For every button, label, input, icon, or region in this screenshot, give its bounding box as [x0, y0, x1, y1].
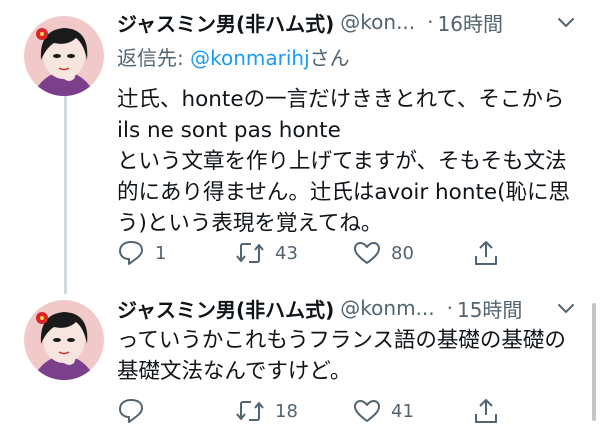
share-icon — [475, 399, 497, 423]
reply-icon — [119, 399, 143, 423]
reply-button[interactable]: 1 — [117, 238, 166, 268]
more-caret-icon[interactable] — [556, 16, 576, 30]
reply-suffix: さん — [309, 46, 350, 70]
tweet-text: 辻氏、honteの一言だけききとれて、そこから ils ne sont pas … — [117, 84, 587, 239]
timestamp[interactable]: 15時間 — [457, 294, 522, 323]
tweet-actions: 18 41 — [117, 396, 567, 426]
reply-mention-link[interactable]: @konmarihj — [190, 46, 310, 70]
user-handle[interactable]: @kon... — [340, 10, 415, 34]
like-count: 80 — [391, 242, 414, 264]
display-name[interactable]: ジャスミン男(非ハム式) — [117, 294, 334, 323]
retweet-icon — [236, 401, 264, 421]
share-button[interactable] — [473, 396, 499, 426]
tweet-text-line: っていうかこれもうフランス語の基礎の基礎の — [117, 328, 566, 353]
avatar[interactable] — [24, 300, 104, 380]
avatar[interactable] — [24, 16, 104, 96]
retweet-count: 18 — [275, 400, 298, 422]
tweet-text-line: 辻氏、honteの一言だけききとれて、そこから — [117, 87, 565, 112]
tweet-header: ジャスミン男(非ハム式) @kon... · 16時間 — [117, 6, 577, 38]
user-handle[interactable]: @konm... — [340, 296, 434, 320]
tweet-text: っていうかこれもうフランス語の基礎の基礎の 基礎文法なんですけど。 — [117, 325, 587, 387]
reply-icon — [119, 241, 143, 265]
retweet-button[interactable]: 18 — [235, 396, 298, 426]
tweet-text-line: ils ne sont pas honte — [117, 118, 341, 143]
reply-button[interactable] — [117, 396, 155, 426]
retweet-count: 43 — [275, 242, 298, 264]
thread-connector-line — [64, 96, 67, 294]
reply-count: 1 — [155, 242, 167, 264]
like-icon — [354, 242, 380, 264]
tweet-text-line: 的にあり得ません。辻氏はavoir honte(恥に思 — [117, 180, 571, 205]
tweet-actions: 1 43 80 — [117, 238, 567, 268]
retweet-button[interactable]: 43 — [235, 238, 298, 268]
like-button[interactable]: 41 — [353, 396, 414, 426]
separator-dot: · — [427, 10, 434, 34]
retweet-icon — [236, 243, 264, 263]
tweet-header: ジャスミン男(非ハム式) @konm... · 15時間 — [117, 292, 577, 324]
replying-to: 返信先: @konmarihjさん — [117, 42, 350, 71]
share-icon — [475, 241, 497, 265]
scrollbar-thumb[interactable] — [592, 303, 596, 421]
more-caret-icon[interactable] — [556, 302, 576, 316]
tweet-text-line: という文章を作り上げてますが、そもそも文法 — [117, 149, 567, 174]
display-name[interactable]: ジャスミン男(非ハム式) — [117, 8, 334, 37]
like-button[interactable]: 80 — [353, 238, 414, 268]
like-icon — [354, 400, 380, 422]
like-count: 41 — [391, 400, 414, 422]
share-button[interactable] — [473, 238, 499, 268]
separator-dot: · — [446, 296, 453, 320]
timestamp[interactable]: 16時間 — [438, 8, 503, 37]
tweet-text-line: う)という表現を覚えてね。 — [117, 211, 383, 236]
tweet-text-line: 基礎文法なんですけど。 — [117, 359, 352, 384]
reply-prefix: 返信先: — [117, 46, 191, 70]
